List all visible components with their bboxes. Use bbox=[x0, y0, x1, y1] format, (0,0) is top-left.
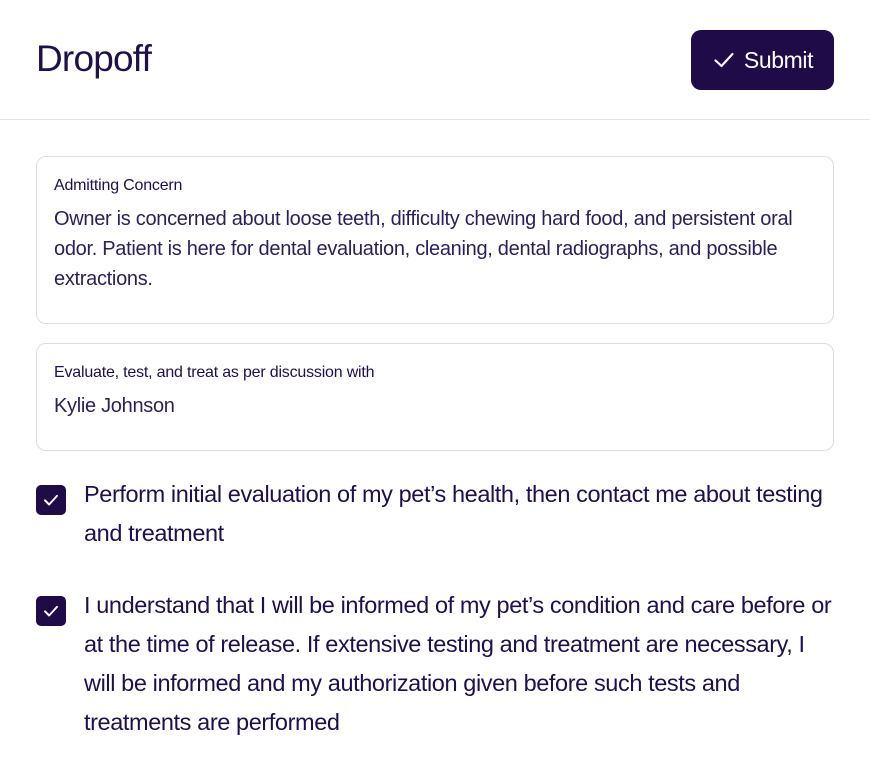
submit-button[interactable]: Submit bbox=[691, 30, 834, 90]
discussion-value: Kylie Johnson bbox=[54, 395, 175, 417]
admitting-concern-label: Admitting Concern bbox=[54, 177, 183, 194]
checkmark-icon bbox=[44, 605, 58, 617]
consent-checkbox-initial-evaluation[interactable] bbox=[36, 485, 66, 515]
admitting-concern-value: Owner is concerned about loose teeth, di… bbox=[54, 208, 793, 290]
consent-item-informed-authorization: I understand that I will be informed of … bbox=[36, 581, 834, 742]
consent-text-informed-authorization: I understand that I will be informed of … bbox=[84, 592, 832, 735]
discussion-card[interactable]: Evaluate, test, and treat as per discuss… bbox=[36, 343, 834, 451]
dropoff-form: Admitting Concern Owner is concerned abo… bbox=[0, 120, 870, 742]
consent-item-initial-evaluation: Perform initial evaluation of my pet’s h… bbox=[36, 470, 834, 553]
discussion-label: Evaluate, test, and treat as per discuss… bbox=[54, 364, 375, 381]
check-icon bbox=[712, 48, 736, 72]
consent-checkbox-informed-authorization[interactable] bbox=[36, 596, 66, 626]
checkmark-icon bbox=[44, 494, 58, 506]
consent-text-initial-evaluation: Perform initial evaluation of my pet’s h… bbox=[84, 481, 823, 546]
admitting-concern-card[interactable]: Admitting Concern Owner is concerned abo… bbox=[36, 156, 834, 324]
page-title: Dropoff bbox=[36, 38, 152, 79]
submit-button-label: Submit bbox=[743, 46, 814, 73]
page-header: Dropoff Submit bbox=[0, 0, 870, 120]
